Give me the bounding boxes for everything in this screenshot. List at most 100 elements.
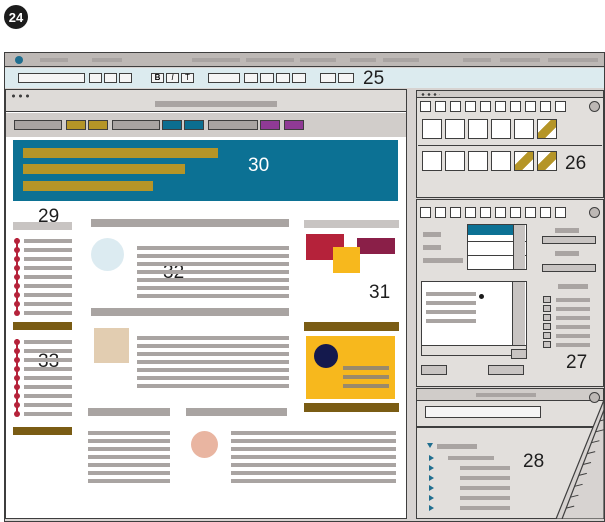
tool-icon[interactable] (537, 119, 557, 139)
palette-tab[interactable] (480, 207, 491, 218)
tab-item[interactable] (260, 120, 280, 130)
italic-button[interactable]: I (166, 73, 179, 83)
palette-tab[interactable] (510, 207, 521, 218)
menu-item[interactable] (300, 58, 336, 62)
dialog-resize-icon[interactable] (589, 207, 600, 218)
menu-item[interactable] (548, 58, 598, 62)
tab-item[interactable] (208, 120, 258, 130)
callout-26: 26 (565, 153, 587, 174)
stepper-cell[interactable] (543, 341, 551, 348)
palette-tab[interactable] (465, 207, 476, 218)
palette-tab[interactable] (495, 207, 506, 218)
dialog-table-selected-row[interactable] (468, 225, 513, 235)
layout-button[interactable] (244, 73, 258, 83)
layout-button[interactable] (292, 73, 306, 83)
font-name-field[interactable] (18, 73, 85, 83)
tool-icon[interactable] (422, 151, 442, 171)
align-center-button[interactable] (104, 73, 117, 83)
menu-item[interactable] (192, 58, 240, 62)
dialog-option[interactable] (555, 228, 579, 233)
tool-icon[interactable] (468, 151, 488, 171)
menu-item[interactable] (463, 58, 491, 62)
stepper-cell[interactable] (543, 323, 551, 330)
dialog-option-field[interactable] (542, 236, 596, 244)
dialog-small-button[interactable] (511, 349, 527, 359)
palette-tab[interactable] (495, 101, 506, 112)
unlink-button[interactable] (338, 73, 354, 83)
tool-icon[interactable] (468, 119, 488, 139)
stepper-cell[interactable] (543, 314, 551, 321)
palette-resize-icon[interactable] (589, 101, 600, 112)
palette-tab[interactable] (450, 101, 461, 112)
sidebar-divider (13, 427, 72, 435)
tool-icon[interactable] (422, 119, 442, 139)
layout-button[interactable] (260, 73, 274, 83)
palette-tab[interactable] (420, 101, 431, 112)
dialog-option-field[interactable] (542, 264, 596, 272)
palette-tab[interactable] (465, 101, 476, 112)
tool-icon[interactable] (514, 151, 534, 171)
tool-icon[interactable] (537, 151, 557, 171)
expand-arrow-icon[interactable] (429, 465, 434, 471)
dialog-table-scrollbar[interactable] (513, 225, 525, 269)
tab-item[interactable] (112, 120, 160, 130)
layout-button[interactable] (276, 73, 290, 83)
tab-item[interactable] (14, 120, 62, 130)
tab-item[interactable] (162, 120, 182, 130)
menu-item[interactable] (500, 58, 540, 62)
stepper-cell[interactable] (543, 296, 551, 303)
lower-search-field[interactable] (425, 406, 541, 418)
expand-arrow-icon[interactable] (427, 443, 433, 448)
expand-arrow-icon[interactable] (429, 455, 434, 461)
window-controls-icon[interactable] (420, 92, 440, 97)
menu-item[interactable] (246, 58, 294, 62)
stepper-cell[interactable] (543, 305, 551, 312)
palette-tab[interactable] (435, 101, 446, 112)
tool-icon[interactable] (445, 119, 465, 139)
menu-item[interactable] (40, 58, 68, 62)
tool-icon[interactable] (491, 119, 511, 139)
bold-button[interactable]: B (151, 73, 164, 83)
dialog-button[interactable] (488, 365, 524, 375)
tab-item[interactable] (184, 120, 204, 130)
tab-item[interactable] (66, 120, 86, 130)
window-controls-icon[interactable] (10, 93, 32, 99)
align-left-button[interactable] (89, 73, 102, 83)
font-size-field[interactable] (208, 73, 240, 83)
tool-icon[interactable] (491, 151, 511, 171)
tab-item[interactable] (284, 120, 304, 130)
palette-tab[interactable] (420, 207, 431, 218)
expand-arrow-icon[interactable] (429, 475, 434, 481)
dialog-label (423, 245, 441, 250)
palette-tab[interactable] (555, 207, 566, 218)
tool-icon[interactable] (514, 119, 534, 139)
text-line (231, 479, 396, 483)
expand-arrow-icon[interactable] (429, 485, 434, 491)
palette-tab[interactable] (540, 101, 551, 112)
tool-icon[interactable] (445, 151, 465, 171)
lower-list-line (460, 486, 510, 490)
stepper-cell[interactable] (543, 332, 551, 339)
palette-tab[interactable] (555, 101, 566, 112)
preview-text-line (426, 310, 476, 314)
list-item-line (24, 385, 72, 389)
tab-item[interactable] (88, 120, 108, 130)
palette-tab[interactable] (435, 207, 446, 218)
menu-item[interactable] (350, 58, 376, 62)
align-right-button[interactable] (119, 73, 132, 83)
expand-arrow-icon[interactable] (429, 505, 434, 511)
palette-tab[interactable] (525, 207, 536, 218)
palette-tab[interactable] (450, 207, 461, 218)
expand-arrow-icon[interactable] (429, 495, 434, 501)
palette-tab[interactable] (525, 101, 536, 112)
text-button[interactable]: T (181, 73, 194, 83)
palette-tab[interactable] (480, 101, 491, 112)
palette-tab[interactable] (510, 101, 521, 112)
menu-item[interactable] (383, 58, 419, 62)
link-button[interactable] (320, 73, 336, 83)
window-close-icon[interactable] (15, 56, 23, 64)
dialog-option[interactable] (555, 251, 579, 256)
menu-item[interactable] (92, 58, 122, 62)
dialog-button[interactable] (421, 365, 447, 375)
palette-tab[interactable] (540, 207, 551, 218)
